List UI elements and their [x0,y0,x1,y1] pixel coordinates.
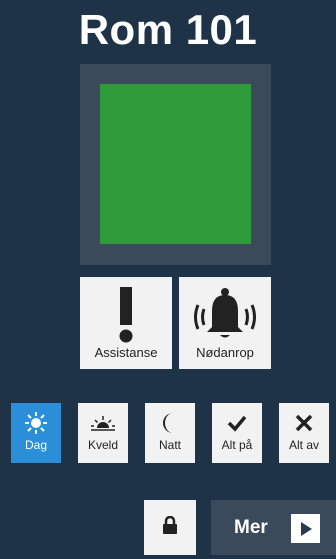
assistance-button[interactable]: Assistanse [80,277,172,369]
status-indicator [100,84,251,244]
sunset-icon [91,411,115,435]
checkmark-icon [227,411,247,435]
assistance-label: Assistanse [94,345,158,360]
mode-all-off-button[interactable]: Alt av [279,403,329,463]
mode-evening-button[interactable]: Kveld [78,403,128,463]
mode-all-on-label: Alt på [221,438,253,452]
lock-icon [163,515,177,539]
mode-day-button[interactable]: Dag [11,403,61,463]
alarm-bell-icon [179,287,271,343]
moon-icon [161,411,179,435]
mode-night-button[interactable]: Natt [145,403,195,463]
mode-all-on-button[interactable]: Alt på [212,403,262,463]
lock-button[interactable] [144,500,196,555]
mode-night-label: Natt [158,438,181,452]
sun-icon [25,411,47,435]
x-icon [295,411,313,435]
mode-all-off-label: Alt av [288,438,319,452]
mode-day-label: Dag [24,438,47,452]
more-button[interactable]: Mer [211,500,336,555]
exclamation-icon [80,287,172,343]
play-arrow-icon [291,514,320,543]
status-indicator-frame [80,64,271,265]
emergency-call-label: Nødanrop [196,345,254,360]
mode-evening-label: Kveld [87,438,119,452]
room-title: Rom 101 [78,6,258,53]
more-label: Mer [234,516,268,538]
emergency-call-button[interactable]: Nødanrop [179,277,271,369]
